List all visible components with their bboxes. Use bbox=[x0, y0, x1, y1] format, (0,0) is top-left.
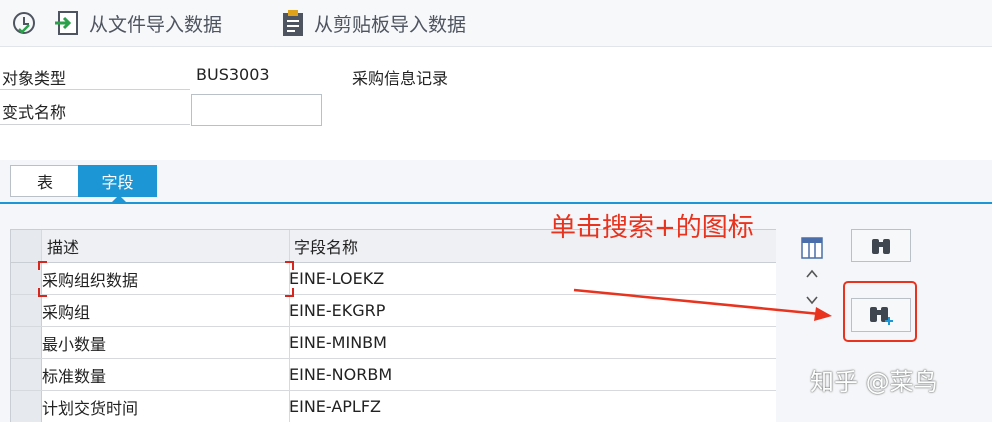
find-button[interactable] bbox=[851, 229, 911, 262]
tab-strip: 表 字段 bbox=[0, 162, 992, 207]
column-layout-icon bbox=[801, 237, 823, 259]
variant-name-label: 变式名称 bbox=[2, 103, 67, 122]
import-from-clipboard-label: 从剪贴板导入数据 bbox=[314, 13, 467, 36]
select-all-cell[interactable] bbox=[11, 230, 42, 262]
scroll-up-button[interactable] bbox=[804, 266, 820, 286]
focus-bracket bbox=[38, 261, 294, 297]
field-name-text: EINE-EKGRP bbox=[289, 301, 386, 320]
cell-description[interactable]: 计划交货时间 bbox=[42, 391, 138, 422]
cell-field-name[interactable]: EINE-MINBM bbox=[289, 327, 387, 358]
selection-form: 对象类型 BUS3003 采购信息记录 变式名称 bbox=[0, 47, 992, 160]
label-underline bbox=[0, 124, 190, 125]
column-header-field-name-label: 字段名称 bbox=[294, 238, 359, 257]
description-text: 计划交货时间 bbox=[42, 398, 139, 418]
field-grid: 描述 字段名称 采购组织数据 EINE-LOEKZ 采购组 EINE-EKGRP… bbox=[10, 229, 776, 422]
description-text: 标准数量 bbox=[42, 366, 107, 386]
tab-field[interactable]: 字段 bbox=[78, 165, 157, 197]
import-file-icon bbox=[55, 11, 78, 35]
annotation-highlight-box bbox=[843, 281, 917, 342]
cell-description[interactable]: 最小数量 bbox=[42, 327, 106, 358]
variant-name-input[interactable] bbox=[191, 94, 322, 126]
field-name-text: EINE-MINBM bbox=[289, 333, 387, 352]
annotation-arrow bbox=[573, 288, 832, 321]
active-tab-indicator bbox=[112, 195, 126, 202]
tab-underline bbox=[0, 202, 992, 204]
row-divider bbox=[11, 358, 776, 359]
import-from-file-button[interactable]: 从文件导入数据 bbox=[53, 8, 222, 38]
column-header-field-name[interactable]: 字段名称 bbox=[294, 230, 358, 262]
binoculars-icon bbox=[872, 238, 890, 254]
label-underline bbox=[0, 89, 190, 90]
column-header-description[interactable]: 描述 bbox=[47, 230, 79, 262]
clipboard-icon bbox=[283, 10, 303, 36]
object-type-description: 采购信息记录 bbox=[352, 69, 449, 88]
description-text: 最小数量 bbox=[42, 334, 107, 354]
import-from-clipboard-button[interactable]: 从剪贴板导入数据 bbox=[278, 8, 466, 38]
cell-field-name[interactable]: EINE-LOEKZ bbox=[289, 263, 384, 294]
annotation-text: 单击搜索+的图标 bbox=[550, 213, 754, 243]
cell-field-name[interactable]: EINE-EKGRP bbox=[289, 295, 385, 326]
column-layout-button[interactable] bbox=[800, 236, 824, 264]
row-divider bbox=[11, 326, 776, 327]
column-header-description-label: 描述 bbox=[47, 238, 80, 257]
field-name-text: EINE-LOEKZ bbox=[289, 269, 385, 288]
object-type-label: 对象类型 bbox=[2, 69, 67, 88]
cell-description[interactable]: 标准数量 bbox=[42, 359, 106, 390]
description-text: 采购组 bbox=[42, 302, 91, 322]
field-name-text: EINE-NORBM bbox=[289, 365, 393, 384]
execute-button[interactable] bbox=[10, 8, 38, 38]
cell-field-name[interactable]: EINE-APLFZ bbox=[289, 391, 381, 422]
field-name-text: EINE-APLFZ bbox=[289, 397, 381, 416]
tab-table-label: 表 bbox=[36, 173, 53, 192]
import-from-file-label: 从文件导入数据 bbox=[89, 13, 223, 36]
watermark: 知乎 @菜鸟 bbox=[810, 368, 938, 396]
execute-icon bbox=[13, 12, 35, 34]
object-type-value: BUS3003 bbox=[196, 65, 270, 84]
tab-table[interactable]: 表 bbox=[10, 165, 80, 197]
chevron-up-icon bbox=[806, 269, 818, 278]
cell-field-name[interactable]: EINE-NORBM bbox=[289, 359, 392, 390]
tab-field-label: 字段 bbox=[101, 173, 134, 192]
application-toolbar: 从文件导入数据 从剪贴板导入数据 bbox=[0, 0, 992, 47]
